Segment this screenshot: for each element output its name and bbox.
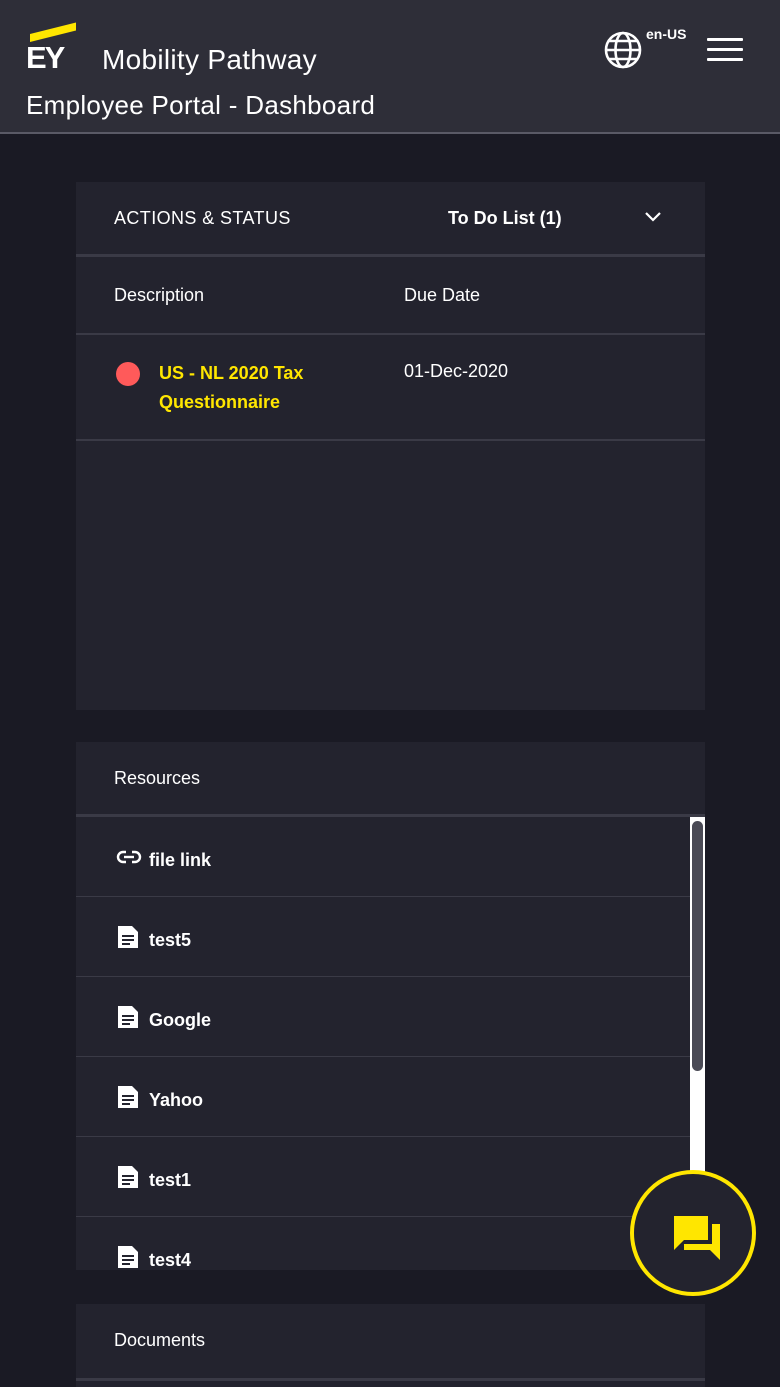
resources-list: file link test5 Google Yahoo test1 test4 [76, 817, 690, 1270]
document-icon [116, 1085, 140, 1109]
resources-panel-header: Resources [76, 742, 705, 817]
resource-label: file link [149, 850, 212, 870]
status-dot-icon [116, 362, 140, 386]
task-due-date: 01-Dec-2020 [404, 361, 509, 381]
divider [76, 1378, 705, 1381]
column-header-description: Description [114, 285, 205, 305]
resource-label: test1 [149, 1170, 192, 1190]
app-header: EY Mobility Pathway Employee Portal - Da… [0, 0, 780, 134]
table-header: Description Due Date [76, 257, 705, 335]
resource-label: test5 [149, 930, 192, 950]
list-item[interactable]: Yahoo [76, 1057, 690, 1137]
actions-panel-title: ACTIONS & STATUS [114, 208, 291, 228]
list-item[interactable]: test4 [76, 1217, 690, 1270]
resources-panel: Resources file link test5 Google Yahoo t… [76, 742, 705, 1270]
chevron-down-icon[interactable] [643, 206, 663, 226]
task-link[interactable]: US - NL 2020 Tax Questionnaire [159, 359, 349, 417]
column-header-due-date: Due Date [404, 285, 481, 305]
locale-label[interactable]: en-US [646, 26, 686, 42]
document-icon [116, 925, 140, 949]
list-item[interactable]: Google [76, 977, 690, 1057]
app-title: Mobility Pathway [102, 44, 317, 75]
link-icon [116, 845, 142, 869]
page-title: Employee Portal - Dashboard [26, 90, 376, 120]
document-icon [116, 1245, 140, 1269]
hamburger-menu-icon[interactable] [707, 38, 743, 64]
globe-icon[interactable] [603, 30, 643, 70]
resources-panel-title: Resources [114, 768, 201, 788]
document-icon [116, 1165, 140, 1189]
logo-text: EY [26, 40, 65, 75]
document-icon [116, 1005, 140, 1029]
resource-label: Google [149, 1010, 211, 1030]
list-item[interactable]: test1 [76, 1137, 690, 1217]
actions-status-panel: ACTIONS & STATUS To Do List (1) Descript… [76, 182, 705, 710]
list-item[interactable]: test5 [76, 897, 690, 977]
list-item[interactable]: file link [76, 817, 690, 897]
table-row: US - NL 2020 Tax Questionnaire 01-Dec-20… [76, 335, 705, 441]
ey-logo: EY [26, 22, 78, 74]
documents-panel-title: Documents [114, 1330, 206, 1350]
actions-panel-header: ACTIONS & STATUS To Do List (1) [76, 182, 705, 257]
todo-list-dropdown[interactable]: To Do List (1) [448, 208, 562, 229]
documents-panel: Documents [76, 1304, 705, 1387]
chat-button[interactable] [630, 1170, 756, 1296]
resource-label: Yahoo [149, 1090, 204, 1110]
resource-label: test4 [149, 1250, 192, 1270]
chat-bubbles-icon [674, 1216, 720, 1260]
scrollbar-thumb[interactable] [692, 821, 703, 1071]
